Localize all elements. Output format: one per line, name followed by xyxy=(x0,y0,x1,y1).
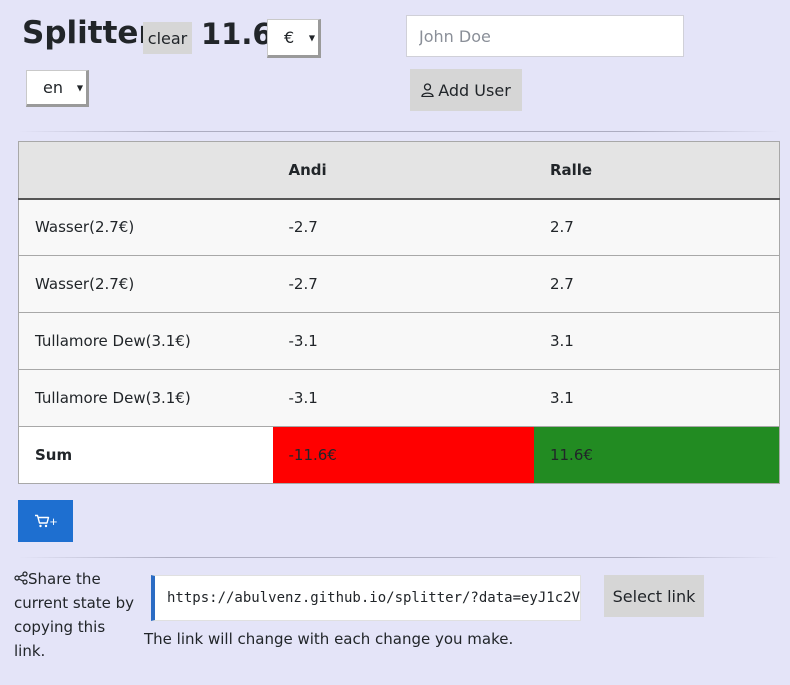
table-row: Tullamore Dew(3.1€) -3.1 3.1 xyxy=(18,369,780,427)
item-label: Tullamore Dew(3.1€) xyxy=(18,312,273,370)
language-select[interactable]: en ▼ xyxy=(26,70,89,107)
item-value: 2.7 xyxy=(533,255,780,313)
item-value: -2.7 xyxy=(272,255,534,313)
column-header-andi: Andi xyxy=(272,141,534,200)
sum-label: Sum xyxy=(18,426,273,484)
item-value: 3.1 xyxy=(533,369,780,427)
split-table: Andi Ralle Wasser(2.7€) -2.7 2.7 Wasser(… xyxy=(18,141,780,484)
table-row: Tullamore Dew(3.1€) -3.1 3.1 xyxy=(18,312,780,370)
share-hint: The link will change with each change yo… xyxy=(144,630,514,648)
item-value: 3.1 xyxy=(533,312,780,370)
item-value: -3.1 xyxy=(272,369,534,427)
user-name-input[interactable] xyxy=(406,15,684,57)
share-icon xyxy=(14,571,28,585)
cart-icon xyxy=(34,514,49,528)
item-label: Wasser(2.7€) xyxy=(18,198,273,256)
chevron-down-icon: ▼ xyxy=(76,83,83,92)
item-value: 2.7 xyxy=(533,198,780,256)
add-item-button[interactable]: + xyxy=(18,500,73,542)
total-amount: 11.6 xyxy=(201,17,273,51)
column-header-ralle: Ralle xyxy=(533,141,780,200)
divider xyxy=(18,131,780,132)
page-title: Splitter xyxy=(22,15,154,51)
share-description: Share the current state by copying this … xyxy=(14,567,139,663)
add-user-label: Add User xyxy=(438,80,511,100)
divider xyxy=(18,557,780,558)
item-value: -3.1 xyxy=(272,312,534,370)
chevron-down-icon: ▼ xyxy=(308,33,315,42)
user-icon xyxy=(421,83,434,97)
table-row: Wasser(2.7€) -2.7 2.7 xyxy=(18,198,780,256)
item-label: Tullamore Dew(3.1€) xyxy=(18,369,273,427)
item-value: -2.7 xyxy=(272,198,534,256)
table-header-row: Andi Ralle xyxy=(18,141,780,200)
add-user-button[interactable]: Add User xyxy=(410,69,522,111)
share-link-field[interactable]: https://abulvenz.github.io/splitter/?dat… xyxy=(151,575,581,621)
sum-row: Sum -11.6€ 11.6€ xyxy=(18,426,780,484)
currency-value: € xyxy=(284,28,295,47)
language-value: en xyxy=(43,78,63,97)
table-row: Wasser(2.7€) -2.7 2.7 xyxy=(18,255,780,313)
currency-select[interactable]: € ▼ xyxy=(267,19,321,58)
share-text: Share the current state by copying this … xyxy=(14,570,135,660)
add-item-plus: + xyxy=(49,513,58,529)
select-link-button[interactable]: Select link xyxy=(604,575,704,617)
sum-andi: -11.6€ xyxy=(272,426,534,484)
clear-button[interactable]: clear xyxy=(143,22,192,54)
column-header xyxy=(18,141,273,200)
sum-ralle: 11.6€ xyxy=(533,426,780,484)
item-label: Wasser(2.7€) xyxy=(18,255,273,313)
